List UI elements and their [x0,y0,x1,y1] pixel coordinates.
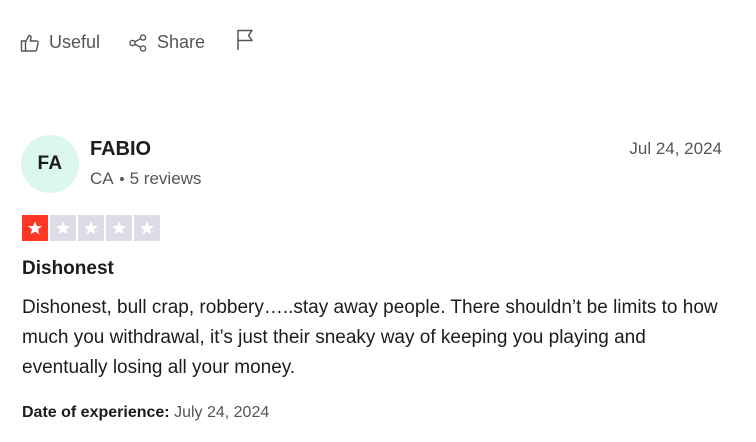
star-icon [50,215,76,241]
share-button[interactable]: Share [128,31,205,55]
avatar[interactable]: FA [21,135,79,193]
separator-dot [119,177,124,181]
reviewer-name[interactable]: FABIO [90,138,151,161]
flag-icon [235,28,255,57]
review-actions: Useful Share [20,28,255,57]
star-icon [22,215,48,241]
review-body: Dishonest, bull crap, robbery…..stay awa… [22,297,718,378]
star-icon [106,215,132,241]
thumbs-up-icon [20,33,40,53]
review-title[interactable]: Dishonest [22,258,114,280]
star-icon [78,215,104,241]
reviewer-country: CA [90,169,114,188]
star-icon [134,215,160,241]
avatar-initials: FA [37,153,63,174]
star-rating [22,215,160,241]
date-of-experience: Date of experience: July 24, 2024 [22,404,269,422]
report-button[interactable] [235,28,255,57]
share-icon [128,33,148,53]
reviewer-meta: CA 5 reviews [90,169,201,189]
share-label: Share [157,32,206,52]
experience-label: Date of experience: [22,404,170,421]
review-card: Useful Share FA FABIO CA 5 reviews Jul 2… [0,0,756,442]
useful-button[interactable]: Useful [20,31,100,55]
useful-label: Useful [49,32,101,52]
review-date: Jul 24, 2024 [629,139,722,158]
reviewer-review-count: 5 reviews [129,169,202,188]
experience-date: July 24, 2024 [174,404,270,421]
